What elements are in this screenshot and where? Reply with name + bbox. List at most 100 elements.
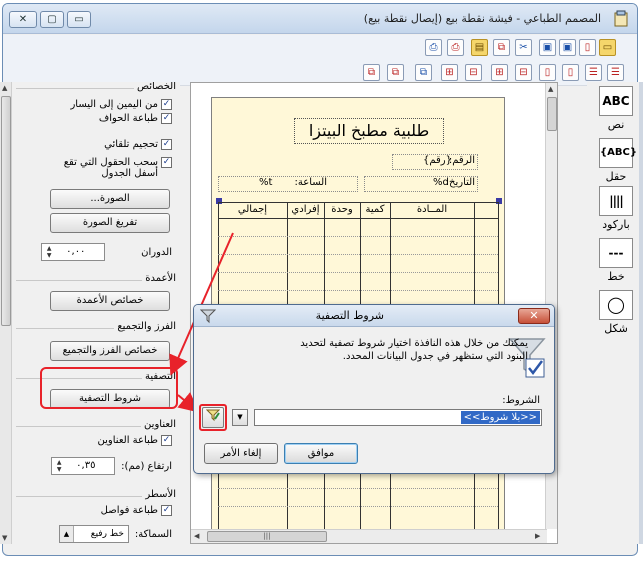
time-field[interactable]: الساعة: t% [218,176,358,192]
checkbox-label: طباعة الحواف [98,113,158,124]
clear-image-button[interactable]: تفريغ الصورة [50,213,170,233]
shape-tool-icon[interactable]: ◯ [599,290,633,320]
header-height-spinner[interactable]: ▲ ▼ ٠,٣٥ [51,457,116,475]
check-icon: ✓ [161,113,172,124]
thickness-row: السماكة: ▲ خط رفيع [58,525,172,543]
line-tool-icon[interactable]: --- [599,238,633,268]
thickness-select[interactable]: ▲ خط رفيع [58,525,129,543]
group-title: الأعمدة [142,273,176,284]
group-properties: الخصائص ✓ من اليمين إلى اليسار ✓ طباعة ا… [16,82,176,273]
close-button[interactable]: ✕ [9,11,37,28]
print-icon[interactable]: ⎙ [425,39,442,56]
copy-icon[interactable]: ⧉ [493,39,510,56]
chevron-down-icon[interactable]: ▼ [232,409,248,426]
open-folder-icon[interactable]: ▭ [599,39,616,56]
cut-icon[interactable]: ✂ [515,39,532,56]
stretch-fields-checkbox[interactable]: ✓ سحب الحقول التي تقع أسفل الجدول [42,157,172,179]
align-center-v-icon[interactable]: ⊞ [491,64,508,81]
right-edge-strip [639,82,643,544]
scroll-up-icon[interactable]: ▲ [548,85,553,93]
row-guide [218,290,498,291]
column-header-unit-price[interactable]: إفرادي [287,202,324,218]
row-guide [218,506,498,507]
number-field[interactable]: الرقم: {رقم} [392,154,478,170]
element-toolbox: ABC نص {ABC} حقل |||| باركود --- خط ◯ شك… [587,82,643,544]
same-height-icon[interactable]: ⊞ [441,64,458,81]
check-icon: ✓ [161,505,172,516]
rotation-value: ٠,٠٠ [66,246,86,257]
scroll-down-icon[interactable]: ▼ [2,534,7,542]
print-separators-checkbox[interactable]: ✓ طباعة فواصل [101,505,172,516]
conditions-select[interactable]: <<بلا شروط>> [254,409,542,426]
date-value: d% [433,177,449,188]
time-label: الساعة: [294,177,328,188]
conditions-value: <<بلا شروط>> [460,411,540,424]
column-header-total[interactable]: إجمالي [218,202,287,218]
canvas-horizontal-scrollbar[interactable]: ◀ ||| ▶ [191,529,547,543]
text-tool-icon[interactable]: ABC [599,86,633,116]
filter-conditions-dialog: شروط التصفية ✕ يمكنك من خلال هذه النافذة… [193,304,555,474]
column-header-unit[interactable]: وحدة [324,202,360,218]
paste-icon[interactable]: ▤ [471,39,488,56]
align-left-icon[interactable]: ▯ [539,64,556,81]
scroll-thumb[interactable] [1,96,11,326]
new-document-icon[interactable]: ▯ [579,39,596,56]
barcode-tool-icon[interactable]: |||| [599,186,633,216]
bring-front-icon[interactable]: ⧉ [387,64,404,81]
scroll-left-icon[interactable]: ◀ [194,532,199,540]
same-width-icon[interactable]: ⊟ [465,64,482,81]
field-tool-label: حقل [605,170,627,183]
dialog-close-button[interactable]: ✕ [518,308,550,324]
align-bottom-icon[interactable]: ☰ [607,64,624,81]
ok-button[interactable]: موافق [284,443,358,464]
rtl-checkbox[interactable]: ✓ من اليمين إلى اليسار [70,99,172,110]
save-icon[interactable]: ▣ [559,39,576,56]
cancel-button[interactable]: إلغاء الأمر [204,443,278,464]
dialog-title: شروط التصفية [315,309,384,322]
align-top-icon[interactable]: ☰ [585,64,602,81]
align-center-h-icon[interactable]: ⊟ [515,64,532,81]
checkbox-label: سحب الحقول التي تقع أسفل الجدول [63,157,158,179]
window-title: المصمم الطباعي - فيشة نقطة بيع (إيصال نق… [363,12,601,25]
spin-arrows-icon[interactable]: ▲ ▼ [43,245,55,259]
save-as-icon[interactable]: ▣ [539,39,556,56]
spin-arrows-icon[interactable]: ▲ ▼ [53,459,65,473]
scroll-right-icon[interactable]: ▶ [535,532,540,540]
group-columns: الأعمدة خصائص الأعمدة [16,273,176,326]
sorting-properties-button[interactable]: خصائص الفرز والتجميع [50,341,170,361]
left-panel-scrollbar[interactable]: ▲ ▼ [0,82,12,544]
selection-handle[interactable] [496,198,502,204]
send-back-icon[interactable]: ⧉ [363,64,380,81]
image-button[interactable]: الصورة... [50,189,170,209]
number-value: {رقم} [423,155,452,166]
group-lines: الأسطر ✓ طباعة فواصل السماكة: ▲ خط رفيع [16,489,176,544]
column-header-qty[interactable]: كمية [360,202,390,218]
check-icon: ✓ [161,139,172,150]
checkbox-label: طباعة فواصل [100,505,158,516]
rotation-label: الدوران [141,246,172,258]
field-tool-icon[interactable]: {ABC} [599,138,637,168]
chevron-down-icon[interactable]: ▲ [59,526,74,542]
auto-size-checkbox[interactable]: ✓ تحجيم تلقائي [104,139,172,150]
print-preview-icon[interactable]: ⎙ [447,39,464,56]
scroll-thumb[interactable]: ||| [207,531,327,542]
highlight-edit-filter [199,404,227,431]
date-field[interactable]: التاريخ: d% [364,176,478,192]
height-value: ٠,٣٥ [76,460,96,471]
columns-properties-button[interactable]: خصائص الأعمدة [50,291,170,311]
maximize-button[interactable]: ▢ [40,11,64,28]
column-header-item[interactable]: المــادة [390,202,474,218]
dialog-description: يمكنك من خلال هذه النافذة اختيار شروط تص… [300,338,528,362]
align-right-icon[interactable]: ▯ [562,64,579,81]
group-icon[interactable]: ⧉ [415,64,432,81]
shape-tool-label: شكل [604,322,628,335]
rotation-spinner[interactable]: ▲ ▼ ٠,٠٠ [41,243,106,261]
scroll-thumb[interactable] [547,97,557,131]
report-title[interactable]: طلبية مطبخ البيتزا [294,118,444,144]
toolbar-main: ▭ ▯ ▣ ▣ ✂ ⧉ ▤ ⎙ ⎙ [3,35,637,61]
scroll-up-icon[interactable]: ▲ [2,84,7,92]
row-guide [218,254,498,255]
print-headers-checkbox[interactable]: ✓ طباعة العناوين [98,435,172,446]
print-borders-checkbox[interactable]: ✓ طباعة الحواف [99,113,172,124]
minimize-button[interactable]: ▭ [67,11,91,28]
